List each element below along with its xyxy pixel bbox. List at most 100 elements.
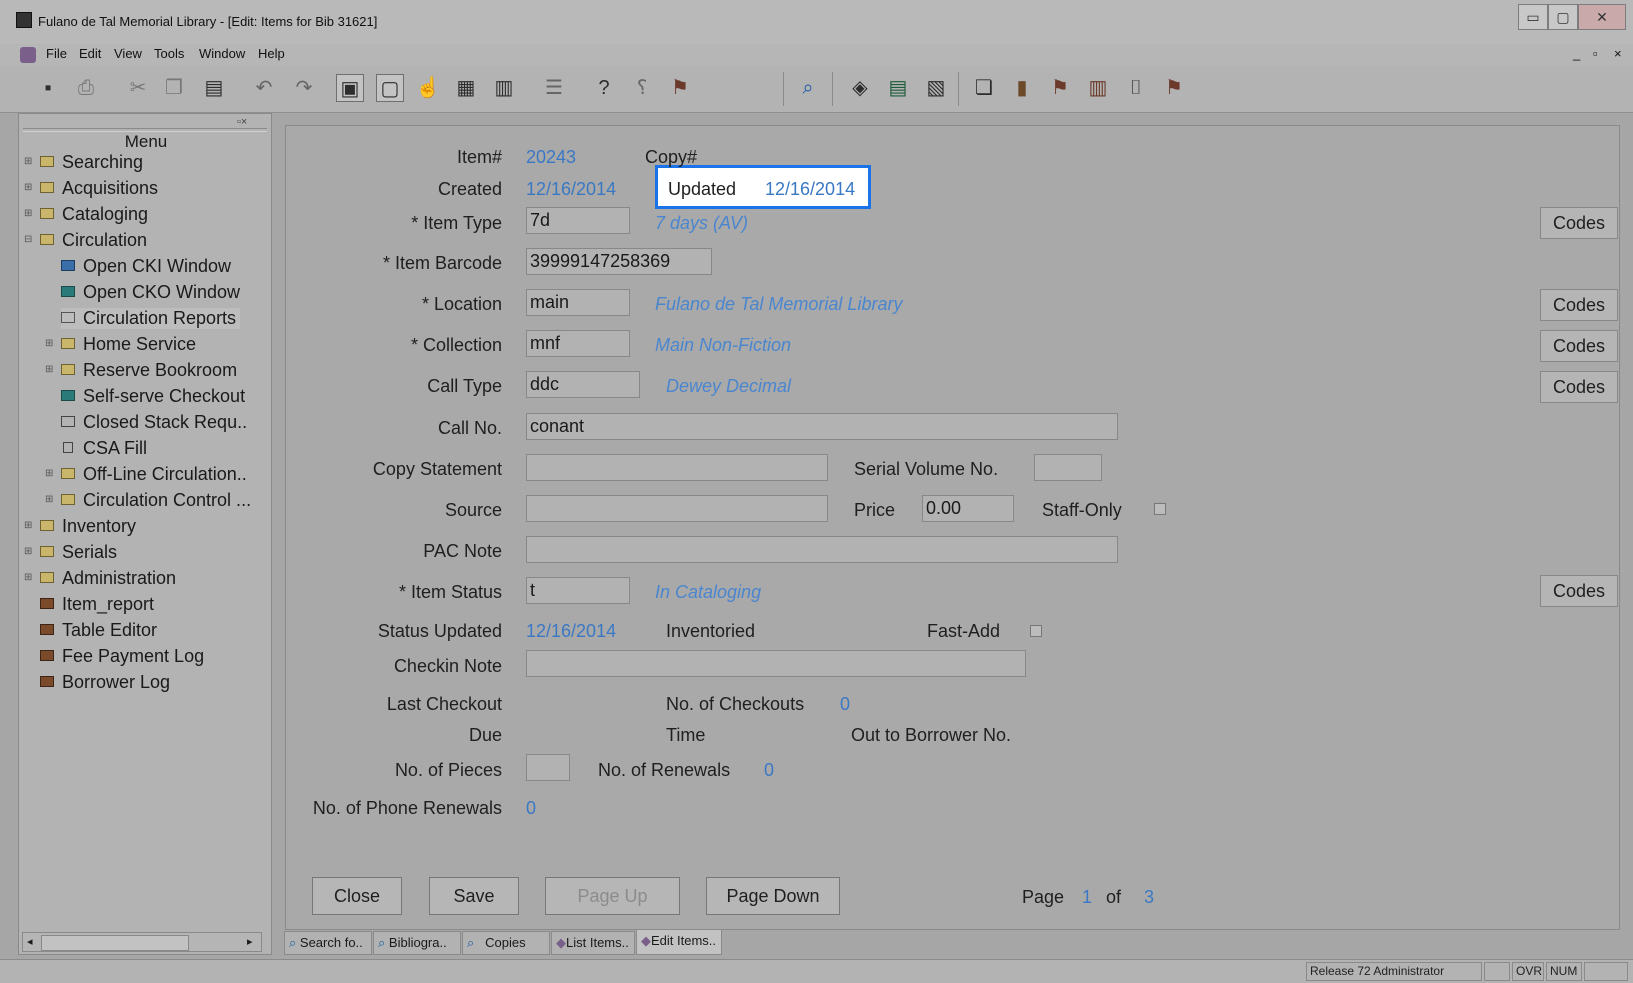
menu-file[interactable]: File bbox=[46, 46, 67, 61]
scroll-thumb[interactable] bbox=[41, 935, 189, 951]
tree-item-csa-fill[interactable]: CSA Fill bbox=[61, 438, 147, 459]
tree-item-circulation-reports[interactable]: Circulation Reports bbox=[61, 308, 241, 329]
tree-item-offline-circulation[interactable]: Off-Line Circulation.. bbox=[61, 464, 247, 485]
item-type-codes-button[interactable]: Codes bbox=[1540, 207, 1618, 239]
minimize-button[interactable]: ▭ bbox=[1518, 4, 1548, 30]
expand-icon[interactable]: ⊞ bbox=[24, 546, 32, 557]
bookshelf-icon[interactable]: ▮ bbox=[1008, 74, 1036, 102]
hand-icon[interactable]: ☝ bbox=[414, 74, 442, 102]
tab-bibliographic[interactable]: ⌕ Bibliogra.. bbox=[373, 931, 461, 955]
location-codes-button[interactable]: Codes bbox=[1540, 289, 1618, 321]
tree-item-home-service[interactable]: Home Service bbox=[61, 334, 196, 355]
menu-help[interactable]: Help bbox=[258, 46, 285, 61]
tree-item-fee-payment-log[interactable]: Fee Payment Log bbox=[40, 646, 204, 667]
tree-item-inventory[interactable]: Inventory bbox=[40, 516, 136, 537]
expand-icon[interactable]: ⊞ bbox=[24, 572, 32, 583]
mdi-restore-button[interactable]: ▫ bbox=[1593, 46, 1598, 61]
search-icon[interactable]: ⌕ bbox=[794, 74, 822, 102]
serial-volume-input[interactable] bbox=[1034, 454, 1102, 481]
page-down-button[interactable]: Page Down bbox=[706, 877, 840, 915]
tree-item-self-serve-checkout[interactable]: Self-serve Checkout bbox=[61, 386, 245, 407]
call-type-input[interactable]: ddc bbox=[526, 371, 640, 398]
staff-only-checkbox[interactable] bbox=[1154, 503, 1166, 515]
maximize-button[interactable]: ▢ bbox=[1548, 4, 1578, 30]
undo-icon[interactable]: ↶ bbox=[250, 74, 278, 102]
checkin-note-input[interactable] bbox=[526, 650, 1026, 677]
chart-icon[interactable]: ⚑ bbox=[1046, 74, 1074, 102]
tree-item-borrower-log[interactable]: Borrower Log bbox=[40, 672, 170, 693]
bin-icon[interactable]: ⌷ bbox=[1122, 74, 1150, 102]
expand-icon[interactable]: ⊞ bbox=[45, 364, 53, 375]
menu-window[interactable]: Window bbox=[199, 46, 245, 61]
close-button[interactable]: ✕ bbox=[1578, 4, 1626, 30]
pane-close-icon[interactable]: ▫× bbox=[237, 116, 247, 128]
save-button[interactable]: Save bbox=[429, 877, 519, 915]
grid-icon[interactable]: ▦ bbox=[452, 74, 480, 102]
report-icon[interactable]: ▧ bbox=[922, 74, 950, 102]
tree-item-searching[interactable]: Searching bbox=[40, 152, 143, 173]
tree-item-cataloging[interactable]: Cataloging bbox=[40, 204, 148, 225]
collection-codes-button[interactable]: Codes bbox=[1540, 330, 1618, 362]
page-up-button[interactable]: Page Up bbox=[545, 877, 680, 915]
close-form-button[interactable]: Close bbox=[312, 877, 402, 915]
tree-item-item-report[interactable]: Item_report bbox=[40, 594, 154, 615]
menu-edit[interactable]: Edit bbox=[79, 46, 101, 61]
expand-icon[interactable]: ⊞ bbox=[45, 338, 53, 349]
window-icon[interactable]: ▣ bbox=[336, 74, 364, 102]
item-status-input[interactable]: t bbox=[526, 577, 630, 604]
tab-copies[interactable]: ⌕ Copies bbox=[462, 931, 550, 955]
list-icon[interactable]: ☰ bbox=[540, 74, 568, 102]
expand-icon[interactable]: ⊞ bbox=[45, 494, 53, 505]
expand-icon[interactable]: ⊞ bbox=[24, 156, 32, 167]
pieces-input[interactable] bbox=[526, 754, 570, 781]
expand-icon[interactable]: ⊞ bbox=[24, 208, 32, 219]
tree-item-open-cki[interactable]: Open CKI Window bbox=[61, 256, 231, 277]
form-icon[interactable]: ▥ bbox=[490, 74, 518, 102]
location-input[interactable]: main bbox=[526, 289, 630, 316]
tree-item-serials[interactable]: Serials bbox=[40, 542, 117, 563]
save-icon[interactable]: ▪ bbox=[34, 74, 62, 102]
book-search-icon[interactable]: ❏ bbox=[970, 74, 998, 102]
expand-icon[interactable]: ⊞ bbox=[24, 520, 32, 531]
scroll-left-icon[interactable]: ◂ bbox=[27, 935, 33, 948]
print-icon[interactable]: ⎙ bbox=[72, 74, 100, 102]
tree-item-open-cko[interactable]: Open CKO Window bbox=[61, 282, 240, 303]
cko-icon[interactable]: ◈ bbox=[846, 74, 874, 102]
item-type-input[interactable]: 7d bbox=[526, 207, 630, 234]
chart-icon[interactable]: ⚑ bbox=[1160, 74, 1188, 102]
fast-add-checkbox[interactable] bbox=[1030, 625, 1042, 637]
source-input[interactable] bbox=[526, 495, 828, 522]
copy-statement-input[interactable] bbox=[526, 454, 828, 481]
tab-edit-items[interactable]: ◆Edit Items.. bbox=[636, 929, 722, 955]
chart-bars-icon[interactable]: ▥ bbox=[1084, 74, 1112, 102]
window-alt-icon[interactable]: ▢ bbox=[376, 74, 404, 102]
paste-icon[interactable]: ▤ bbox=[200, 74, 228, 102]
help-icon[interactable]: ? bbox=[590, 74, 618, 102]
price-input[interactable]: 0.00 bbox=[922, 495, 1014, 522]
tree-item-acquisitions[interactable]: Acquisitions bbox=[40, 178, 158, 199]
call-number-input[interactable]: conant bbox=[526, 413, 1118, 440]
item-status-codes-button[interactable]: Codes bbox=[1540, 575, 1618, 607]
tree-item-administration[interactable]: Administration bbox=[40, 568, 176, 589]
collapse-icon[interactable]: ⊟ bbox=[24, 234, 32, 245]
call-type-codes-button[interactable]: Codes bbox=[1540, 371, 1618, 403]
redo-icon[interactable]: ↷ bbox=[290, 74, 318, 102]
copy-icon[interactable]: ❐ bbox=[160, 74, 188, 102]
chart-icon[interactable]: ⚑ bbox=[666, 74, 694, 102]
menu-view[interactable]: View bbox=[114, 46, 142, 61]
tree-item-table-editor[interactable]: Table Editor bbox=[40, 620, 157, 641]
app-menu-icon[interactable] bbox=[20, 47, 36, 63]
pac-note-input[interactable] bbox=[526, 536, 1118, 563]
tree-horizontal-scrollbar[interactable]: ◂ ▸ bbox=[22, 932, 262, 952]
item-barcode-input[interactable]: 39999147258369 bbox=[526, 248, 712, 275]
expand-icon[interactable]: ⊞ bbox=[24, 182, 32, 193]
expand-icon[interactable]: ⊞ bbox=[45, 468, 53, 479]
tab-list-items[interactable]: ◆List Items.. bbox=[551, 931, 635, 955]
menu-tools[interactable]: Tools bbox=[154, 46, 184, 61]
tree-item-reserve-bookroom[interactable]: Reserve Bookroom bbox=[61, 360, 237, 381]
tree-item-closed-stack[interactable]: Closed Stack Requ.. bbox=[61, 412, 247, 433]
tree-item-circulation[interactable]: Circulation bbox=[40, 230, 147, 251]
context-help-icon[interactable]: ⸮ bbox=[628, 74, 656, 102]
tab-search[interactable]: ⌕ Search fo.. bbox=[284, 931, 372, 955]
mdi-close-button[interactable]: × bbox=[1614, 46, 1622, 61]
